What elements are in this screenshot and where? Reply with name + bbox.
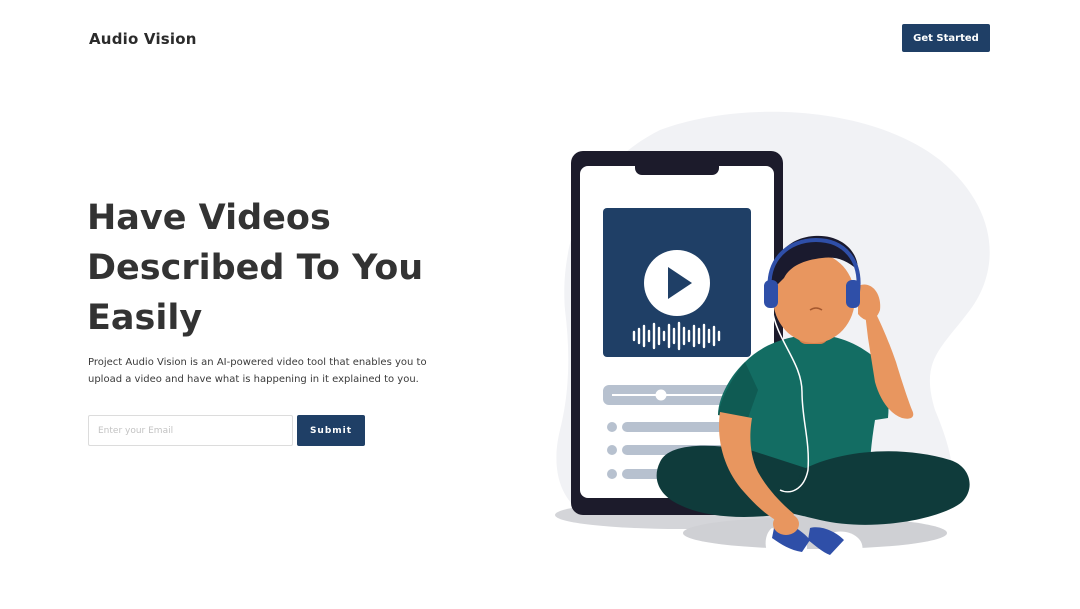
hero-title: Have Videos Described To You Easily [87, 193, 467, 343]
hero-title-line: Easily [87, 298, 203, 338]
submit-button[interactable]: Submit [297, 415, 365, 446]
hero-illustration [555, 111, 990, 566]
get-started-button[interactable]: Get Started [902, 24, 990, 52]
hero-description: Project Audio Vision is an AI-powered vi… [88, 357, 427, 385]
email-input[interactable] [88, 415, 293, 446]
brand-logo[interactable]: Audio Vision [89, 30, 197, 48]
hero-title-line: Have Videos [87, 198, 331, 238]
play-icon [644, 250, 710, 316]
hand-left [773, 513, 799, 535]
progress-handle [655, 389, 667, 401]
hero-title-line: Described To You [87, 248, 424, 288]
